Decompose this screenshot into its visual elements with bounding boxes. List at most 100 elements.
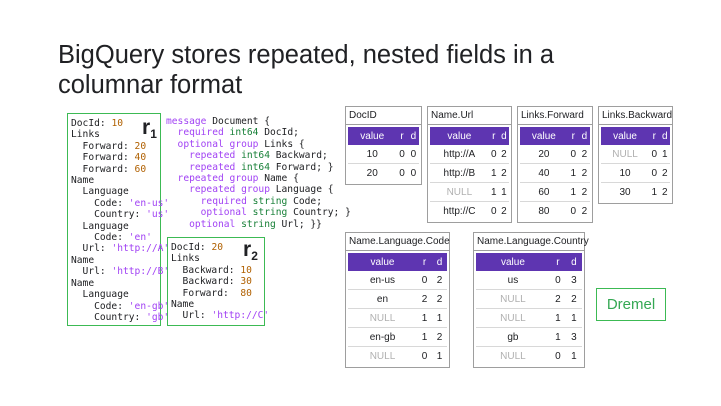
column-links-backward: Links.Backward value r d NULL 0 1 10 0 2 30 1 2 [598, 106, 673, 204]
table-cell: 2 [578, 201, 590, 220]
table-row: 30 1 2 [601, 182, 670, 201]
schema-line: repeated group Name { [166, 173, 351, 184]
schema-line: optional string Country; } [166, 207, 351, 218]
schema-token: group [229, 173, 259, 185]
r2-token: Url: [171, 310, 212, 322]
r1-token: 'http://A' [111, 243, 170, 255]
table-cell: 10 [601, 163, 650, 183]
column-header-row: value r d [348, 253, 447, 271]
column-name-language-code: Name.Language.Code value r d en-us 0 2 en 2 2 NULL… [345, 232, 450, 368]
column-header-cell: value [348, 253, 417, 271]
r1-token: Name [71, 175, 95, 187]
column-header-cell: r [488, 127, 499, 145]
table-cell: en-us [369, 274, 395, 286]
table-cell: 2 [565, 289, 582, 309]
table-cell: 1 [416, 308, 432, 328]
column-header-cell: r [396, 127, 408, 145]
table-cell: 2 [431, 327, 447, 347]
schema-token: int64 [229, 127, 259, 139]
table-cell: 1 [567, 182, 579, 202]
table-cell: NULL [430, 182, 489, 202]
r2-line: Forward: 80 [171, 288, 261, 299]
table-row: 10 0 0 [348, 145, 419, 164]
r1-token: Forward: [71, 163, 135, 175]
table-cell: 2 [416, 289, 432, 309]
schema-token: group [229, 138, 259, 150]
column-header-row: value r d [348, 127, 419, 145]
dremel-label: Dremel [596, 288, 666, 321]
table-cell: 0 [399, 148, 405, 160]
table-cell: 2 [578, 182, 590, 202]
r1-line: Code: 'en' [71, 232, 157, 243]
r1-token: Url: [71, 266, 112, 278]
column-header-cell: d [565, 253, 582, 271]
r1-token: 40 [134, 152, 147, 164]
column-header-cell: d [498, 127, 509, 145]
r1-line: Name [71, 175, 157, 186]
schema-token: message [166, 116, 207, 127]
column-header-cell: r [416, 253, 432, 271]
r1-line: Code: 'en-gb' [71, 301, 169, 312]
table-row: NULL 1 1 [348, 308, 447, 328]
schema-line: optional group Links { [166, 139, 351, 150]
r2-token: Links [171, 253, 200, 265]
r1-line: Forward: 60 [71, 164, 157, 175]
table-row: NULL 1 1 [476, 308, 582, 328]
table-cell: 20 [348, 163, 397, 182]
schema-token: repeated [166, 150, 236, 162]
schema-token: repeated [166, 173, 224, 185]
table-cell: 30 [601, 182, 650, 201]
schema-token: group [241, 184, 270, 196]
r1-token: Name [71, 277, 95, 289]
table-row: 20 0 2 [520, 145, 590, 164]
schema-line: message Document { [166, 116, 351, 127]
table-cell: http://A [443, 148, 476, 160]
table-cell: 0 [410, 148, 417, 160]
r2-line: Url: 'http://C' [171, 310, 270, 322]
r1-token: Url: [71, 243, 112, 255]
column-name: Links.Backward [599, 107, 672, 125]
table-row: 60 1 2 [520, 182, 590, 202]
slide-title: BigQuery stores repeated, nested fields … [58, 40, 554, 100]
table-cell: 2 [431, 289, 447, 309]
table-cell: 0 [549, 346, 566, 365]
r2-token: 30 [240, 276, 252, 288]
r1-token: Links [71, 129, 100, 141]
table-cell: http://C [430, 201, 489, 220]
schema-line: optional string Url; }} [166, 219, 351, 230]
column-header-row: value r d [430, 127, 509, 145]
table-cell: 1 [431, 308, 447, 328]
r1-line: Name [71, 255, 157, 266]
schema-token: Code; [287, 195, 322, 207]
table-cell: 1 [498, 182, 509, 202]
r1-token: 'http://B' [111, 266, 170, 278]
schema-token: Forward; } [269, 161, 334, 173]
table-cell: en [348, 289, 417, 309]
table-cell: en-gb [348, 327, 417, 347]
table-cell: 0 [416, 346, 432, 365]
table-cell: NULL [612, 148, 638, 160]
table-cell: 0 [396, 163, 408, 182]
table-cell: 1 [431, 346, 447, 365]
table-cell: NULL [476, 308, 550, 328]
table-cell: 0 [555, 274, 561, 286]
r1-token: Forward: [71, 140, 135, 152]
schema-token: optional [166, 207, 247, 219]
table-row: 40 1 2 [520, 163, 590, 183]
schema-token: required [166, 127, 224, 139]
r2-token: Forward: [171, 287, 241, 299]
schema-token: repeated [166, 184, 236, 196]
table-cell: us [507, 274, 519, 286]
title-line-2: columnar format [58, 71, 243, 99]
schema-token: repeated [166, 161, 236, 173]
table-row: gb 1 3 [476, 327, 582, 347]
column-header-cell: d [659, 127, 670, 145]
schema-line: repeated int64 Backward; [166, 150, 351, 161]
table-cell: gb [476, 327, 550, 347]
table-row: http://A 0 2 [430, 145, 509, 164]
table-cell: 2 [436, 274, 443, 286]
column-name: Name.Language.Code [346, 233, 450, 251]
table-cell: 3 [565, 327, 582, 347]
schema-token: string [252, 207, 288, 219]
r2-line: Name [171, 299, 261, 310]
